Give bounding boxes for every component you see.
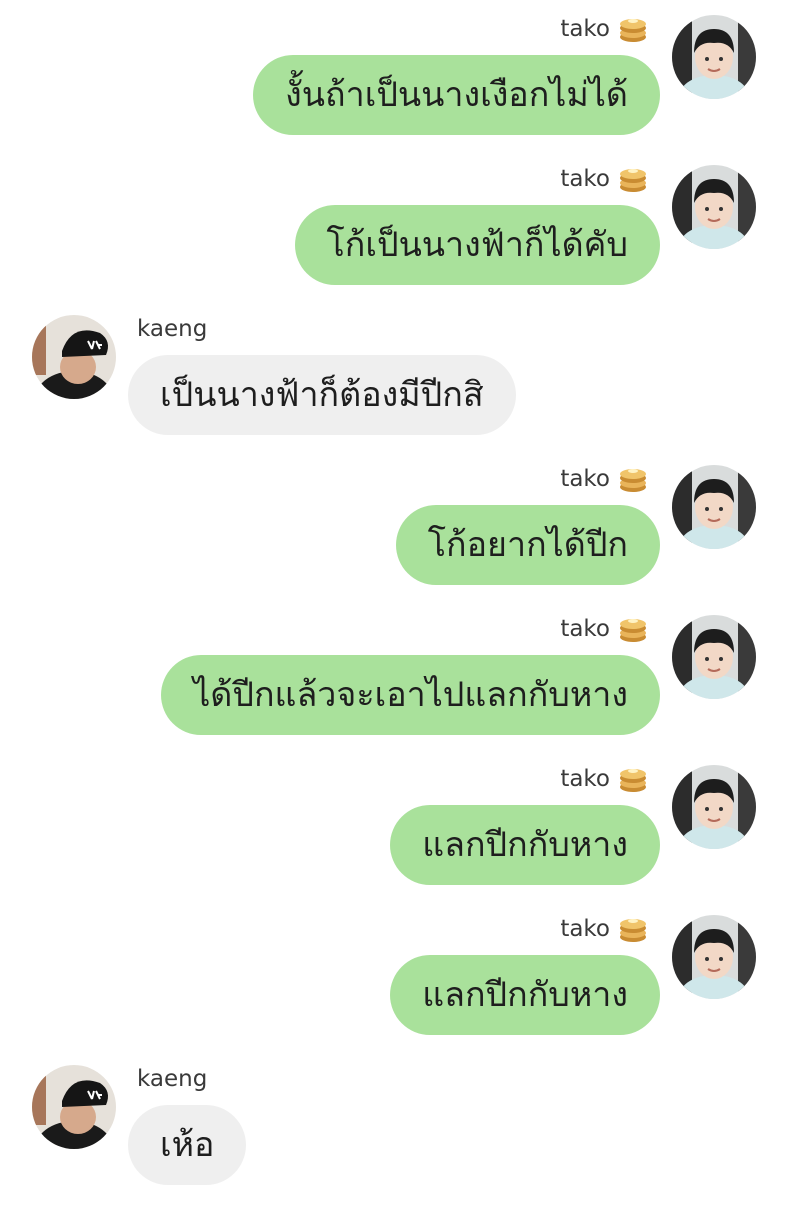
message-item: tako โก้อยากได้ปีก <box>0 465 788 605</box>
tako-avatar[interactable] <box>672 465 756 549</box>
sender-name: tako <box>560 166 610 192</box>
sender-name: tako <box>560 466 610 492</box>
message-bubble[interactable]: โก้เป็นนางฟ้าก็ได้คับ <box>294 205 660 285</box>
message-bubble[interactable]: แลกปีกกับหาง <box>390 955 660 1035</box>
tako-avatar[interactable] <box>672 15 756 99</box>
chat-thread: tako งั้นถ้าเป็นนางเงือกไม่ได้ tako โก้เ… <box>0 0 788 1200</box>
message-item: tako แลกปีกกับหาง <box>0 915 788 1055</box>
message-bubble[interactable]: งั้นถ้าเป็นนางเงือกไม่ได้ <box>253 55 660 135</box>
tako-avatar[interactable] <box>672 915 756 999</box>
tako-avatar[interactable] <box>672 615 756 699</box>
sender-name: kaeng <box>137 1066 208 1092</box>
sender-label: tako <box>560 464 648 494</box>
sender-name: tako <box>560 616 610 642</box>
message-item: kaeng เป็นนางฟ้าก็ต้องมีปีกสิ <box>0 315 788 455</box>
message-bubble[interactable]: เป็นนางฟ้าก็ต้องมีปีกสิ <box>128 355 516 435</box>
tako-avatar[interactable] <box>672 765 756 849</box>
message-bubble[interactable]: ได้ปีกแล้วจะเอาไปแลกกับหาง <box>161 655 660 735</box>
pancake-icon <box>618 15 648 43</box>
pancake-icon <box>618 915 648 943</box>
message-item: tako โก้เป็นนางฟ้าก็ได้คับ <box>0 165 788 305</box>
tako-avatar[interactable] <box>672 165 756 249</box>
sender-name: tako <box>560 16 610 42</box>
sender-label: tako <box>560 164 648 194</box>
message-item: tako งั้นถ้าเป็นนางเงือกไม่ได้ <box>0 15 788 155</box>
message-item: tako แลกปีกกับหาง <box>0 765 788 905</box>
sender-label: tako <box>560 14 648 44</box>
sender-name: kaeng <box>137 316 208 342</box>
pancake-icon <box>618 465 648 493</box>
message-bubble[interactable]: แลกปีกกับหาง <box>390 805 660 885</box>
sender-name: tako <box>560 916 610 942</box>
pancake-icon <box>618 615 648 643</box>
message-item: tako ได้ปีกแล้วจะเอาไปแลกกับหาง <box>0 615 788 755</box>
message-item: kaeng เห้อ <box>0 1065 788 1205</box>
sender-label: tako <box>560 914 648 944</box>
kaeng-avatar[interactable] <box>32 315 116 399</box>
sender-name: tako <box>560 766 610 792</box>
pancake-icon <box>618 165 648 193</box>
message-bubble[interactable]: เห้อ <box>128 1105 247 1185</box>
pancake-icon <box>618 765 648 793</box>
message-bubble[interactable]: โก้อยากได้ปีก <box>395 505 660 585</box>
sender-label: tako <box>560 614 648 644</box>
kaeng-avatar[interactable] <box>32 1065 116 1149</box>
sender-label: tako <box>560 764 648 794</box>
